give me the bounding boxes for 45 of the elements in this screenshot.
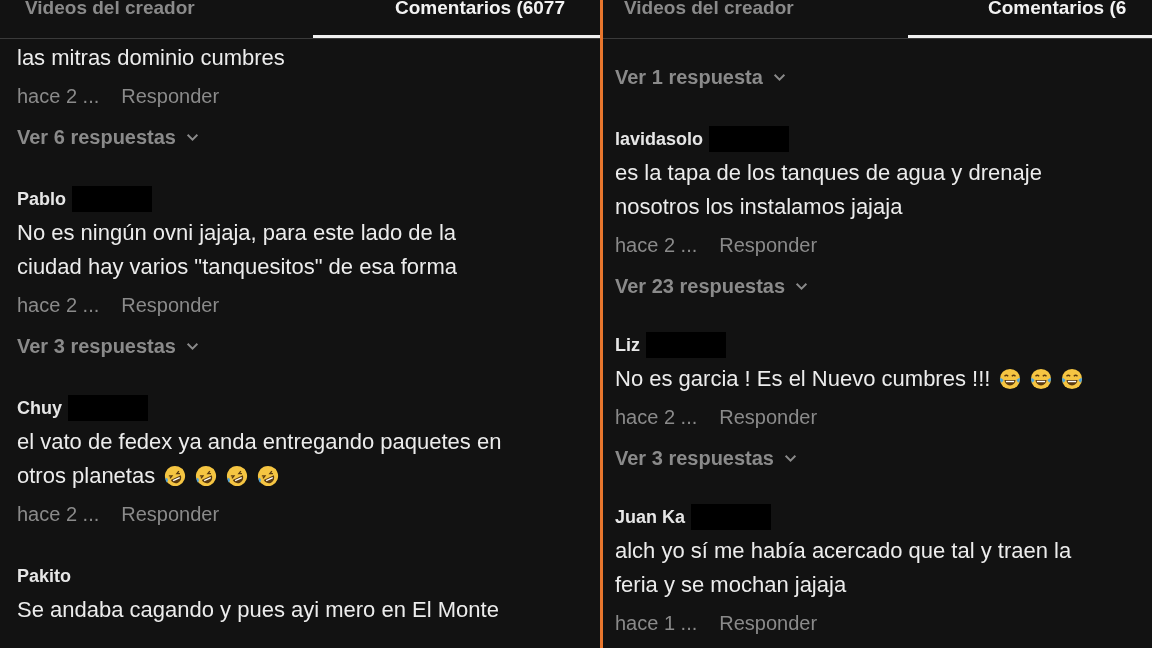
reply-button[interactable]: Responder <box>719 611 818 635</box>
view-replies-button[interactable]: Ver 3 respuestas <box>17 329 199 363</box>
laughing-emoji-icon <box>1030 368 1053 390</box>
reply-button[interactable]: Responder <box>121 502 220 526</box>
laughing-emoji-icon <box>164 465 187 487</box>
chevron-down-icon <box>186 132 199 142</box>
chevron-down-icon <box>784 453 797 463</box>
view-replies-button[interactable]: Ver 6 respuestas <box>17 120 199 154</box>
view-replies-button[interactable]: Ver 1 respuesta <box>615 60 786 94</box>
comment-text: alch yo sí me había acercado que tal y traen la feria y se mochan jajaja <box>615 537 1072 599</box>
comment-text: las mitras dominio cumbres <box>17 44 285 72</box>
comment-text: el vato de fedex ya anda entregando paquetes en otros planetas <box>17 428 502 490</box>
laughing-emoji-icon <box>999 368 1022 390</box>
comment-text: No es garcia ! Es el Nuevo cumbres !!! <box>615 362 1084 396</box>
username[interactable]: Pakito <box>17 565 72 587</box>
laughing-emoji-icon <box>257 465 280 487</box>
timestamp: hace 2 ... <box>17 84 100 108</box>
comment-text: No es ningún ovni jajaja, para este lado de la ciudad hay varios "tanquesitos" de esa forma <box>17 219 457 281</box>
laughing-emoji-icon <box>1061 368 1084 390</box>
timestamp: hace 1 ... <box>615 611 698 635</box>
chevron-down-icon <box>795 281 809 291</box>
reply-button[interactable]: Responder <box>719 233 818 257</box>
chevron-down-icon <box>186 341 199 351</box>
comment-text: Se andaba cagando y pues ayi mero en El Monte <box>17 596 499 624</box>
view-replies-button[interactable]: Ver 23 respuestas <box>615 269 809 303</box>
timestamp: hace 2 ... <box>615 405 698 429</box>
laughing-emoji-icon <box>195 465 218 487</box>
view-replies-button[interactable]: Ver 3 respuestas <box>615 441 797 475</box>
username[interactable]: Pablo <box>17 188 66 210</box>
comment-text: es la tapa de los tanques de agua y drenaje nosotros los instalamos jajaja <box>615 159 1042 221</box>
reply-button[interactable]: Responder <box>121 84 220 108</box>
username[interactable]: Juan Ka <box>615 506 686 528</box>
reply-button[interactable]: Responder <box>719 405 818 429</box>
chevron-down-icon <box>772 72 786 82</box>
tab[interactable]: Comentarios (6 <box>908 0 1152 38</box>
laughing-emoji-icon <box>226 465 249 487</box>
timestamp: hace 2 ... <box>615 233 698 257</box>
username[interactable]: lavidasolo <box>615 128 704 150</box>
tab[interactable]: Videos del creador <box>0 0 313 38</box>
timestamp: hace 2 ... <box>17 502 100 526</box>
username[interactable]: Chuy <box>17 397 62 419</box>
reply-button[interactable]: Responder <box>121 293 220 317</box>
tab[interactable]: Videos del creador <box>603 0 908 38</box>
timestamp: hace 2 ... <box>17 293 100 317</box>
username[interactable]: Liz <box>615 334 640 356</box>
